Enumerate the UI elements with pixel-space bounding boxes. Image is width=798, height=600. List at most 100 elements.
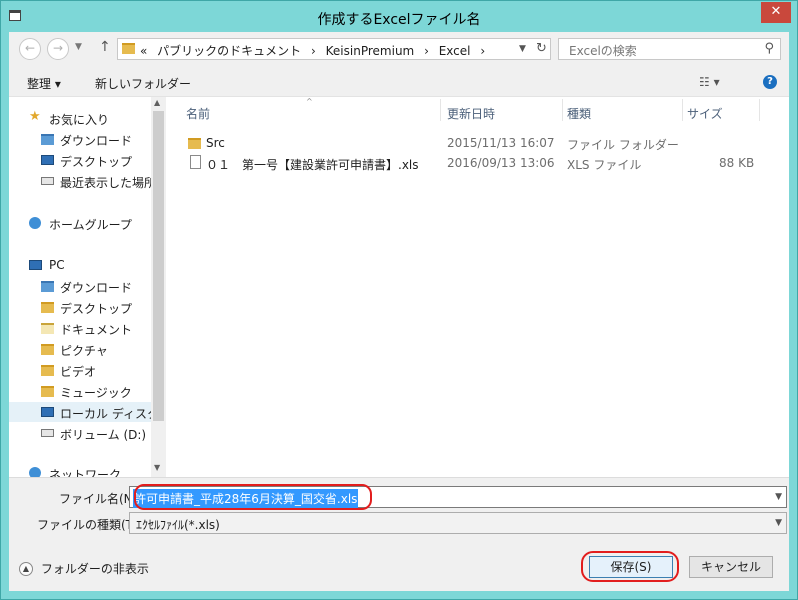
navigation-bar: ← → ▼ ↑ « パブリックのドキュメント › KeisinPremium ›… — [9, 32, 789, 67]
column-divider[interactable] — [759, 99, 760, 121]
cancel-button[interactable]: キャンセル — [689, 556, 773, 578]
sidebar-item-homegroup[interactable]: ホームグループ — [9, 213, 151, 233]
music-folder-icon — [41, 386, 54, 397]
sidebar-item-label: ドキュメント — [60, 323, 133, 337]
sidebar-item-label: ローカル ディスク (C — [60, 407, 151, 421]
column-header-modified[interactable]: 更新日時 — [447, 105, 495, 122]
file-type: XLS ファイル — [567, 158, 642, 172]
breadcrumb-separator[interactable]: › — [424, 44, 429, 58]
downloads-folder-icon — [41, 134, 54, 145]
table-row[interactable]: Src 2015/11/13 16:07 ファイル フォルダー — [166, 133, 789, 153]
help-icon[interactable]: ? — [763, 75, 777, 89]
address-bar[interactable]: « パブリックのドキュメント › KeisinPremium › Excel ›… — [117, 38, 551, 60]
title-bar[interactable]: 作成するExcelファイル名 ✕ — [1, 1, 797, 33]
search-icon[interactable]: ⚲ — [764, 41, 774, 56]
file-size: 88 KB — [719, 156, 755, 170]
sidebar-item-pc-pictures[interactable]: ピクチャ — [9, 339, 151, 359]
sidebar-item-label: 最近表示した場所 — [60, 176, 151, 190]
navigation-scrollbar[interactable]: ▲ ▼ — [151, 97, 166, 477]
breadcrumb-excel[interactable]: Excel — [439, 44, 471, 58]
sidebar-item-pc-music[interactable]: ミュージック — [9, 381, 151, 401]
sidebar-item-label: ピクチャ — [60, 344, 108, 358]
sidebar-item-downloads[interactable]: ダウンロード — [9, 129, 151, 149]
scroll-down-icon[interactable]: ▼ — [154, 463, 160, 472]
breadcrumb-separator[interactable]: › — [480, 44, 485, 58]
sidebar-item-pc-downloads[interactable]: ダウンロード — [9, 276, 151, 296]
scroll-up-icon[interactable]: ▲ — [154, 98, 160, 107]
sidebar-item-label: ホームグループ — [49, 218, 132, 232]
chevron-down-icon[interactable]: ▼ — [775, 518, 782, 528]
sidebar-item-network[interactable]: ネットワーク — [9, 463, 151, 477]
sidebar-item-label: お気に入り — [49, 113, 110, 127]
column-header-size[interactable]: サイズ — [687, 105, 723, 122]
folder-icon — [188, 138, 201, 149]
column-divider[interactable] — [440, 99, 441, 121]
breadcrumb-overflow[interactable]: « — [140, 44, 147, 58]
sidebar-item-local-disk-c[interactable]: ローカル ディスク (C — [9, 402, 151, 422]
column-header-row: ^ 名前 更新日時 種類 サイズ — [166, 97, 789, 123]
column-header-type[interactable]: 種類 — [567, 105, 591, 122]
refresh-icon[interactable]: ↻ — [536, 41, 547, 56]
filetype-select[interactable]: ｴｸｾﾙﾌｧｲﾙ(*.xls) ▼ — [129, 512, 787, 534]
navigation-pane: ★ お気に入り ダウンロード デスクトップ 最近表示した場所 ホームグループ P… — [9, 97, 151, 477]
table-row[interactable]: ０１ 第一号【建設業許可申請書】.xls 2016/09/13 13:06 XL… — [166, 153, 789, 173]
file-name: Src — [206, 136, 225, 150]
documents-folder-icon — [41, 323, 54, 334]
videos-folder-icon — [41, 365, 54, 376]
view-options-icon[interactable]: ☷ ▾ — [699, 75, 720, 89]
search-box[interactable]: Excelの検索 ⚲ — [558, 38, 781, 60]
file-name: ０１ 第一号【建設業許可申請書】.xls — [206, 158, 419, 172]
network-icon — [29, 467, 41, 477]
column-divider[interactable] — [682, 99, 683, 121]
file-type: ファイル フォルダー — [567, 138, 679, 152]
sidebar-item-recent-places[interactable]: 最近表示した場所 — [9, 171, 151, 191]
star-icon: ★ — [29, 109, 41, 124]
sidebar-item-label: ネットワーク — [49, 468, 122, 477]
new-folder-button[interactable]: 新しいフォルダー — [95, 75, 191, 92]
window-title: 作成するExcelファイル名 — [317, 12, 481, 28]
scrollbar-thumb[interactable] — [153, 111, 164, 421]
column-header-name[interactable]: 名前 — [186, 105, 210, 122]
up-button[interactable]: ↑ — [99, 39, 111, 55]
chevron-down-icon[interactable]: ▼ — [519, 44, 526, 54]
close-button[interactable]: ✕ — [761, 2, 791, 23]
file-date: 2015/11/13 16:07 — [447, 136, 555, 150]
sidebar-item-label: ミュージック — [60, 386, 132, 400]
sidebar-item-label: デスクトップ — [60, 302, 133, 316]
file-date: 2016/09/13 13:06 — [447, 156, 555, 170]
recent-locations-icon[interactable]: ▼ — [75, 42, 82, 52]
organize-button[interactable]: 整理 ▾ — [27, 75, 61, 92]
chevron-up-icon: ▲ — [19, 561, 33, 576]
breadcrumb-keisinpremium[interactable]: KeisinPremium — [326, 44, 415, 58]
command-bar: 整理 ▾ 新しいフォルダー ☷ ▾ ? — [9, 67, 789, 97]
sidebar-item-desktop[interactable]: デスクトップ — [9, 150, 151, 170]
sidebar-item-pc[interactable]: PC — [9, 255, 151, 275]
desktop-icon — [41, 155, 54, 165]
sidebar-item-pc-documents[interactable]: ドキュメント — [9, 318, 151, 338]
sidebar-item-volume-d[interactable]: ボリューム (D:) — [9, 423, 151, 443]
sidebar-item-label: ボリューム (D:) — [60, 428, 147, 442]
folder-icon — [122, 43, 135, 54]
filetype-label: ファイルの種類(T): — [37, 518, 142, 532]
sidebar-item-label: ビデオ — [60, 365, 97, 379]
hide-folders-toggle[interactable]: ▲ フォルダーの非表示 — [19, 560, 149, 577]
forward-button[interactable]: → — [47, 38, 69, 60]
sidebar-item-label: ダウンロード — [60, 281, 133, 295]
column-divider[interactable] — [562, 99, 563, 121]
sidebar-item-favorites[interactable]: ★ お気に入り — [9, 108, 151, 128]
breadcrumb-public-documents[interactable]: パブリックのドキュメント — [157, 44, 301, 58]
sidebar-item-pc-videos[interactable]: ビデオ — [9, 360, 151, 380]
homegroup-icon — [29, 217, 41, 229]
save-dialog: 作成するExcelファイル名 ✕ ← → ▼ ↑ « パブリックのドキュメント … — [0, 0, 798, 600]
back-button[interactable]: ← — [19, 38, 41, 60]
recent-places-icon — [41, 177, 54, 185]
pc-icon — [29, 260, 42, 270]
sidebar-item-label: デスクトップ — [60, 155, 133, 169]
chevron-down-icon[interactable]: ▼ — [775, 492, 782, 502]
highlight-oval — [581, 551, 679, 582]
file-list: ^ 名前 更新日時 種類 サイズ Src 2015/11/13 16:07 ファ… — [166, 97, 789, 477]
breadcrumb-separator[interactable]: › — [311, 44, 316, 58]
sidebar-item-pc-desktop[interactable]: デスクトップ — [9, 297, 151, 317]
filetype-value: ｴｸｾﾙﾌｧｲﾙ(*.xls) — [136, 518, 220, 532]
file-icon — [190, 155, 201, 169]
